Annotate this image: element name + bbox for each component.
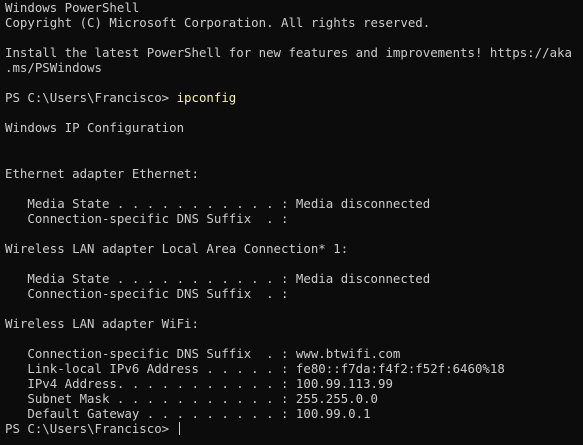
prompt-text: PS C:\Users\Francisco> (5, 90, 177, 106)
install-message-line-1: Install the latest PowerShell for new fe… (5, 45, 572, 61)
text-cursor (178, 422, 180, 436)
terminal-output[interactable]: Windows PowerShell Copyright (C) Microso… (0, 0, 583, 445)
adapter-header: Wireless LAN adapter WiFi: (5, 315, 199, 331)
adapter-detail-line: Connection-specific DNS Suffix . : (5, 285, 289, 301)
adapter-detail-line: Connection-specific DNS Suffix . : (5, 210, 289, 226)
prompt-line-1: PS C:\Users\Francisco> ipconfig (5, 90, 583, 105)
adapter-header: Ethernet adapter Ethernet: (5, 165, 199, 181)
copyright-line: Copyright (C) Microsoft Corporation. All… (5, 15, 431, 31)
adapter-detail-line: Connection-specific DNS Suffix . : www.b… (5, 346, 401, 362)
install-message-line-2: .ms/PSWindows (5, 60, 102, 76)
adapter-header: Wireless LAN adapter Local Area Connecti… (5, 240, 349, 256)
adapter-detail-line: IPv4 Address. . . . . . . . . . . : 100.… (5, 376, 393, 392)
ip-configuration-title: Windows IP Configuration (5, 120, 185, 136)
adapter-detail-line: Media State . . . . . . . . . . . : Medi… (5, 270, 431, 286)
prompt-line-2[interactable]: PS C:\Users\Francisco> (5, 421, 583, 436)
command-text: ipconfig (176, 90, 237, 106)
adapter-detail-line: Link-local IPv6 Address . . . . . : fe80… (5, 361, 505, 377)
terminal-header-title: Windows PowerShell (5, 0, 140, 15)
adapter-detail-line: Media State . . . . . . . . . . . : Medi… (5, 195, 431, 211)
adapter-detail-line: Subnet Mask . . . . . . . . . . . : 255.… (5, 391, 378, 407)
adapter-detail-line: Default Gateway . . . . . . . . . : 100.… (5, 406, 371, 422)
prompt-text: PS C:\Users\Francisco> (5, 421, 177, 437)
